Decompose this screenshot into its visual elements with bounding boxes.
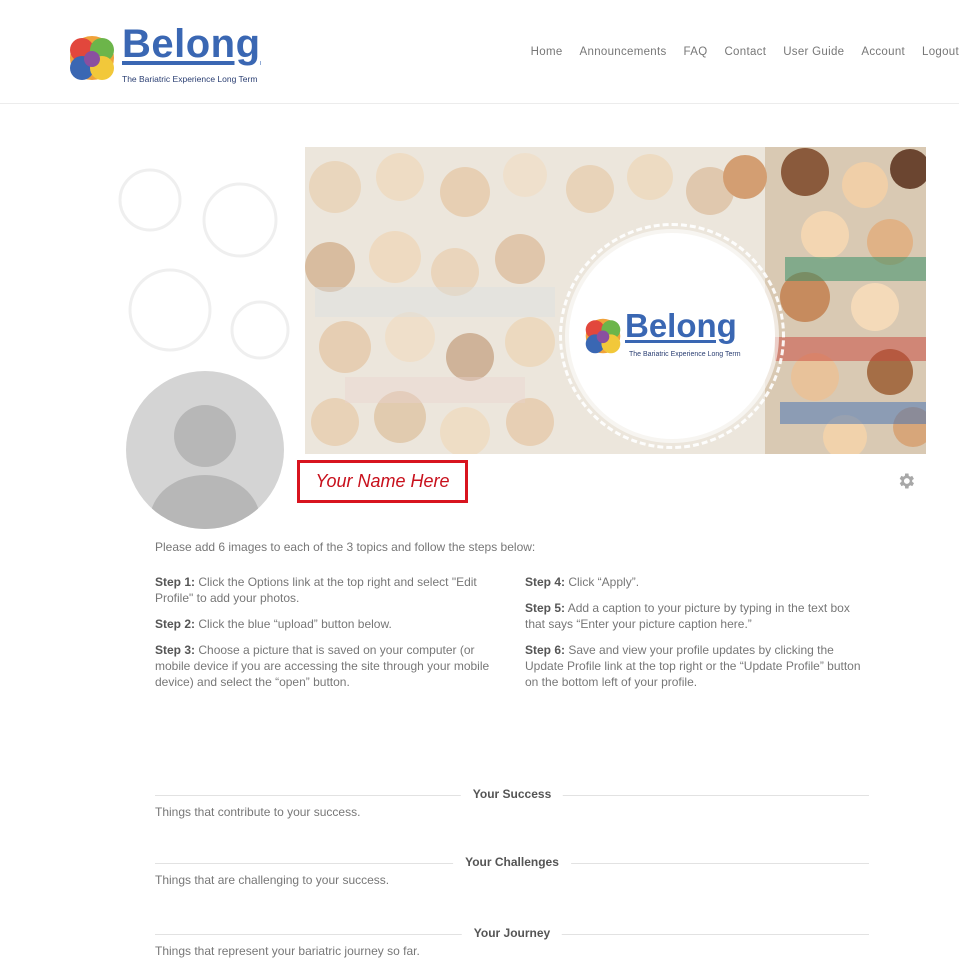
step-5: Step 5: Add a caption to your picture by… <box>525 600 865 632</box>
logo-emblem-icon <box>70 36 114 80</box>
avatar-body-shape <box>150 475 260 529</box>
step-text: Click “Apply”. <box>565 575 640 589</box>
step-text: Add a caption to your picture by typing … <box>525 601 850 631</box>
step-1: Step 1: Click the Options link at the to… <box>155 574 505 606</box>
step-text: Save and view your profile updates by cl… <box>525 643 861 689</box>
step-2: Step 2: Click the blue “upload” button b… <box>155 616 505 632</box>
section-description: Things that contribute to your success. <box>155 805 361 819</box>
banner-logo-emblem-icon <box>585 318 621 354</box>
step-text: Choose a picture that is saved on your c… <box>155 643 490 689</box>
faint-people-pattern <box>118 168 290 360</box>
section-success: Your Success Things that contribute to y… <box>155 787 869 819</box>
section-title: Your Success <box>460 787 564 801</box>
main-nav: Home Announcements FAQ Contact User Guid… <box>531 46 959 58</box>
step-label: Step 3: <box>155 643 196 657</box>
step-6: Step 6: Save and view your profile updat… <box>525 642 865 690</box>
step-label: Step 6: <box>525 643 566 657</box>
section-divider: Your Challenges <box>155 855 869 871</box>
banner-logo-tagline: The Bariatric Experience Long Term <box>629 351 741 358</box>
nav-faq[interactable]: FAQ <box>684 46 708 58</box>
banner-belong-logo: Belong The Bariatric Experience Long Ter… <box>581 307 771 371</box>
nav-account[interactable]: Account <box>861 46 905 58</box>
nav-logout[interactable]: Logout <box>922 46 959 58</box>
instructions-intro: Please add 6 images to each of the 3 top… <box>155 540 536 554</box>
nav-announcements[interactable]: Announcements <box>580 46 667 58</box>
banner-logo-wordmark: Belong <box>625 307 737 344</box>
step-label: Step 5: <box>525 601 566 615</box>
instructions-left-column: Step 1: Click the Options link at the to… <box>155 574 505 700</box>
section-description: Things that are challenging to your succ… <box>155 873 390 887</box>
section-divider: Your Journey <box>155 926 869 942</box>
step-3: Step 3: Choose a picture that is saved o… <box>155 642 505 690</box>
profile-cover-banner: Belong The Bariatric Experience Long Ter… <box>305 147 926 454</box>
section-title: Your Challenges <box>453 855 571 869</box>
avatar-head-shape <box>174 405 236 467</box>
step-text: Click the Options link at the top right … <box>155 575 477 605</box>
step-label: Step 4: <box>525 575 566 589</box>
section-title: Your Journey <box>461 926 563 940</box>
profile-name-box: Your Name Here <box>297 460 468 503</box>
nav-contact[interactable]: Contact <box>724 46 766 58</box>
gear-icon[interactable] <box>896 471 916 491</box>
section-challenges: Your Challenges Things that are challeng… <box>155 855 869 887</box>
step-label: Step 1: <box>155 575 196 589</box>
profile-avatar[interactable] <box>126 371 284 529</box>
belong-logo[interactable]: Belong The Bariatric Experience Long Ter… <box>64 22 264 88</box>
nav-home[interactable]: Home <box>531 46 563 58</box>
logo-tagline: The Bariatric Experience Long Term <box>122 74 258 84</box>
section-journey: Your Journey Things that represent your … <box>155 926 869 958</box>
step-4: Step 4: Click “Apply”. <box>525 574 865 590</box>
profile-name: Your Name Here <box>315 471 450 491</box>
step-label: Step 2: <box>155 617 196 631</box>
instructions-right-column: Step 4: Click “Apply”. Step 5: Add a cap… <box>525 574 865 700</box>
nav-user-guide[interactable]: User Guide <box>783 46 844 58</box>
section-description: Things that represent your bariatric jou… <box>155 944 420 958</box>
logo-wordmark: Belong <box>122 22 261 66</box>
section-divider: Your Success <box>155 787 869 803</box>
site-header: Belong The Bariatric Experience Long Ter… <box>0 0 959 104</box>
step-text: Click the blue “upload” button below. <box>195 617 392 631</box>
